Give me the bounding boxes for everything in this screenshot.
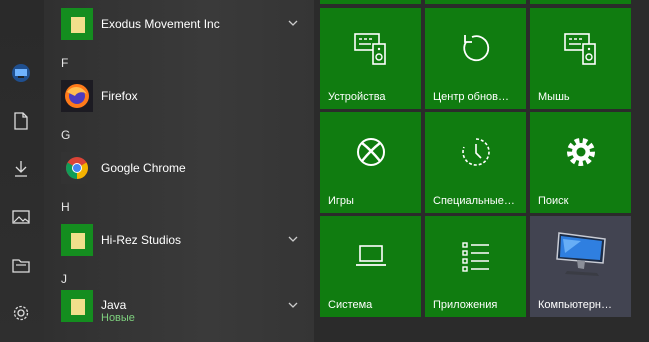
- chevron-down-icon[interactable]: [288, 300, 298, 310]
- app-name: Exodus Movement Inc: [101, 17, 220, 31]
- firefox-icon: [61, 80, 93, 112]
- folder-icon: [61, 290, 93, 322]
- user-avatar[interactable]: [10, 62, 32, 84]
- tile-grid: Устройства Центр обнов… Мышь Игры Специа…: [320, 0, 649, 342]
- devices-icon: [353, 33, 386, 65]
- computer-icon: [555, 232, 606, 276]
- mouse-icon: [563, 33, 596, 65]
- pictures-button[interactable]: [10, 206, 32, 228]
- tile-label: Устройства: [328, 91, 386, 103]
- folder-outline-icon: [12, 259, 30, 273]
- chevron-down-icon[interactable]: [288, 234, 298, 244]
- document-icon: [14, 112, 28, 130]
- app-item-chrome[interactable]: Google Chrome: [61, 152, 306, 186]
- tile-system[interactable]: Система: [320, 216, 421, 317]
- tile-mouse[interactable]: Мышь: [530, 8, 631, 109]
- settings-button[interactable]: [10, 302, 32, 324]
- tile-apps[interactable]: Приложения: [425, 216, 526, 317]
- app-name: Java: [101, 298, 127, 312]
- download-icon: [15, 161, 27, 177]
- downloads-button[interactable]: [10, 158, 32, 180]
- tile-games[interactable]: Игры: [320, 112, 421, 213]
- app-item-firefox[interactable]: Firefox: [61, 80, 306, 114]
- tile-accessibility[interactable]: Специальные…: [425, 112, 526, 213]
- tile-label: Приложения: [433, 299, 498, 311]
- folder-icon: [61, 8, 93, 40]
- file-explorer-button[interactable]: [10, 254, 32, 276]
- tile-top-partial[interactable]: [320, 0, 421, 4]
- app-name: Firefox: [101, 89, 138, 103]
- app-name: Google Chrome: [101, 161, 186, 175]
- xbox-icon: [356, 138, 385, 166]
- app-item-exodus[interactable]: Exodus Movement Inc: [61, 8, 306, 42]
- update-icon: [462, 35, 489, 62]
- app-item-hi-rez[interactable]: Hi-Rez Studios: [61, 224, 306, 258]
- chevron-down-icon[interactable]: [288, 18, 298, 28]
- tile-label: Система: [328, 299, 373, 311]
- new-badge: Новые: [101, 312, 135, 324]
- tile-label: Мышь: [538, 91, 570, 103]
- tile-update-center[interactable]: Центр обнов…: [425, 8, 526, 109]
- laptop-icon: [355, 245, 386, 266]
- apps-list-icon: [461, 242, 489, 272]
- tile-devices[interactable]: Устройства: [320, 8, 421, 109]
- documents-button[interactable]: [10, 110, 32, 132]
- group-letter[interactable]: J: [61, 272, 67, 286]
- accessibility-icon: [461, 138, 490, 166]
- tile-label: Компьютерн…: [538, 299, 613, 311]
- tile-top-partial[interactable]: [425, 0, 526, 4]
- start-rail: [0, 0, 44, 342]
- tile-top-partial[interactable]: [530, 0, 631, 4]
- tile-label: Поиск: [538, 195, 569, 207]
- tile-label: Центр обнов…: [433, 91, 509, 103]
- folder-icon: [61, 224, 93, 256]
- group-letter[interactable]: F: [61, 56, 68, 70]
- chrome-icon: [61, 152, 93, 184]
- tile-computer[interactable]: Компьютерн…: [530, 216, 631, 317]
- tile-search[interactable]: Поиск: [530, 112, 631, 213]
- group-letter[interactable]: G: [61, 128, 70, 142]
- app-name: Hi-Rez Studios: [101, 233, 182, 247]
- app-item-java[interactable]: Java Новые: [61, 290, 306, 324]
- avatar-icon: [12, 64, 30, 82]
- app-list: Exodus Movement Inc F Firefox G Google C…: [44, 0, 314, 342]
- tile-label: Игры: [328, 195, 354, 207]
- group-letter[interactable]: H: [61, 200, 70, 214]
- tile-label: Специальные…: [433, 195, 515, 207]
- picture-icon: [12, 210, 30, 224]
- gear-icon: [566, 138, 595, 166]
- gear-icon: [13, 305, 29, 321]
